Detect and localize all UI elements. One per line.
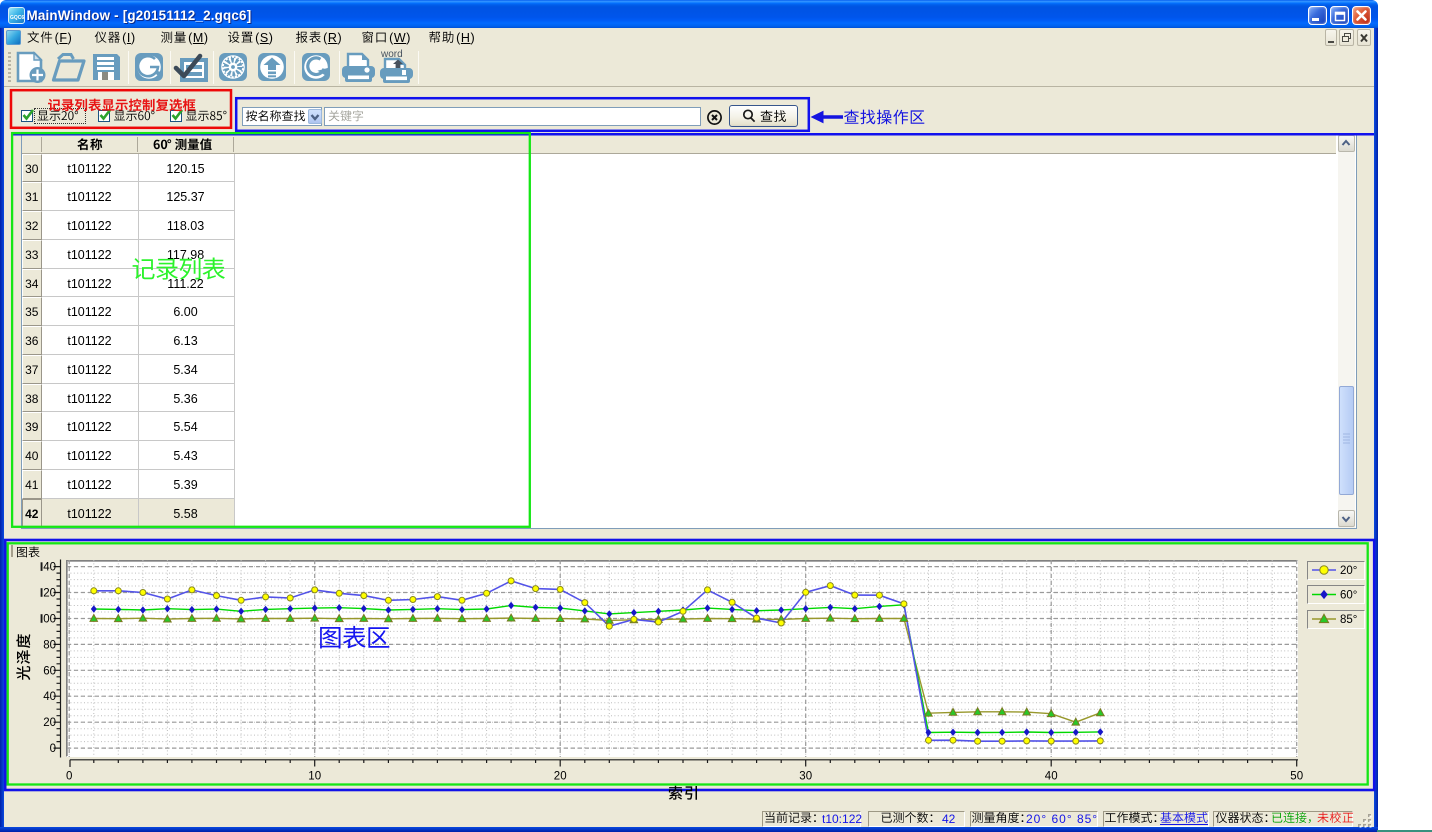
svg-text:30: 30 xyxy=(799,771,812,783)
svg-text:60°: 60° xyxy=(1340,590,1357,602)
svg-text:10: 10 xyxy=(308,771,321,783)
svg-text:20: 20 xyxy=(554,771,567,783)
svg-text:60: 60 xyxy=(43,665,56,677)
svg-text:20°: 20° xyxy=(1340,565,1357,577)
svg-text:80: 80 xyxy=(43,639,56,651)
svg-text:40: 40 xyxy=(43,691,56,703)
svg-text:85°: 85° xyxy=(1340,614,1357,626)
svg-text:40: 40 xyxy=(1045,771,1058,783)
svg-text:0: 0 xyxy=(50,743,56,755)
svg-text:50: 50 xyxy=(1290,771,1303,783)
svg-text:0: 0 xyxy=(66,771,72,783)
svg-text:20: 20 xyxy=(43,717,56,729)
